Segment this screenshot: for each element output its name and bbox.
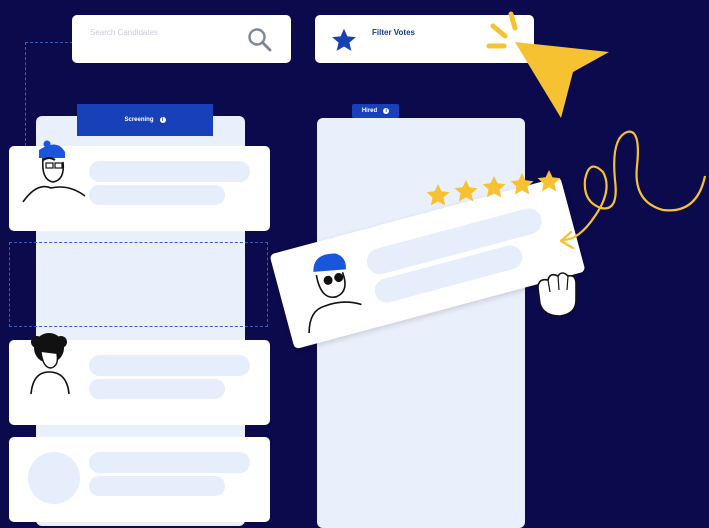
skeleton-line bbox=[89, 452, 250, 473]
drop-zone[interactable] bbox=[9, 242, 268, 327]
star-icon bbox=[510, 173, 534, 195]
skeleton-line bbox=[89, 379, 225, 399]
avatar-placeholder bbox=[28, 452, 80, 504]
info-icon[interactable]: i bbox=[383, 108, 390, 114]
cursor-icon bbox=[486, 11, 609, 118]
avatar bbox=[22, 140, 86, 203]
connector-line bbox=[25, 42, 73, 43]
screening-tag-label: Screening bbox=[124, 117, 154, 123]
skeleton-line bbox=[89, 161, 250, 182]
skeleton-line bbox=[89, 185, 225, 205]
skeleton-line bbox=[89, 355, 250, 376]
rating-stars[interactable] bbox=[422, 168, 572, 216]
hired-tag-label: Hired bbox=[361, 108, 378, 114]
search-icon[interactable] bbox=[247, 27, 273, 53]
star-icon bbox=[454, 180, 478, 202]
star-icon bbox=[332, 28, 356, 51]
grab-hand-icon bbox=[537, 272, 577, 317]
skeleton-line bbox=[89, 476, 225, 496]
filter-votes-label: Filter Votes bbox=[372, 28, 415, 37]
candidate-card[interactable] bbox=[9, 140, 270, 231]
star-icon bbox=[482, 176, 506, 198]
search-candidates-input[interactable]: Search Candidates bbox=[72, 15, 291, 63]
candidate-card[interactable] bbox=[9, 333, 270, 425]
candidate-card[interactable] bbox=[9, 437, 270, 522]
avatar bbox=[30, 333, 70, 395]
avatar bbox=[308, 253, 362, 334]
hired-tag[interactable]: Hired i bbox=[352, 104, 399, 118]
squiggle-arrow bbox=[559, 130, 707, 250]
search-placeholder: Search Candidates bbox=[90, 28, 159, 37]
connector-line bbox=[25, 42, 26, 146]
screening-tag[interactable]: Screening i bbox=[77, 104, 213, 136]
star-icon bbox=[426, 184, 450, 206]
info-icon[interactable]: i bbox=[159, 117, 166, 123]
